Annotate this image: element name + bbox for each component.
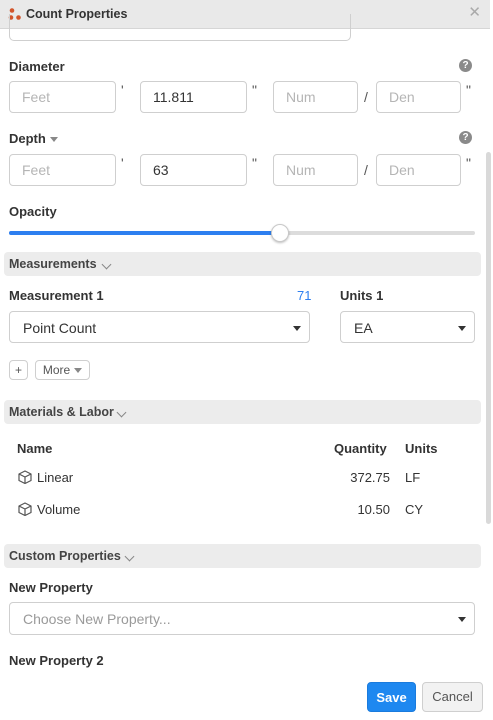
chevron-down-icon — [458, 326, 466, 331]
opacity-slider-thumb[interactable] — [271, 224, 290, 242]
chevron-down-icon — [74, 368, 83, 374]
depth-inches-input[interactable] — [140, 154, 247, 186]
column-header-quantity: Quantity — [334, 441, 387, 456]
opacity-slider-fill — [9, 231, 280, 235]
cube-icon — [18, 502, 32, 516]
materials-section-header[interactable]: Materials & Labor — [4, 400, 481, 424]
chevron-down-icon — [293, 326, 301, 331]
column-header-name: Name — [17, 441, 53, 456]
diameter-inches-input[interactable] — [140, 81, 247, 113]
chevron-down-icon — [458, 617, 466, 622]
row-name: Linear — [37, 470, 74, 485]
truncated-field[interactable] — [9, 14, 351, 41]
depth-slash: / — [364, 162, 368, 178]
diameter-feet-input[interactable] — [9, 81, 116, 113]
measurement-1-value: Point Count — [23, 320, 97, 336]
units-1-select[interactable]: EA — [340, 311, 475, 343]
depth-num-input[interactable] — [273, 154, 358, 186]
depth-help-icon[interactable]: ? — [459, 131, 472, 144]
row-quantity: 372.75 — [350, 470, 390, 485]
scrollbar[interactable] — [486, 152, 491, 524]
measurements-section-title: Measurements — [9, 257, 97, 271]
diameter-feet-mark: ' — [121, 82, 124, 98]
save-button[interactable]: Save — [367, 682, 416, 712]
new-property-select[interactable]: Choose New Property... — [9, 602, 475, 635]
custom-properties-section-title: Custom Properties — [9, 549, 121, 563]
measurement-1-label: Measurement 1 — [9, 288, 104, 303]
depth-den-mark: " — [466, 155, 471, 171]
chevron-down-icon — [116, 407, 127, 418]
units-1-label: Units 1 — [340, 288, 384, 303]
column-header-units: Units — [405, 441, 438, 456]
more-button-label: More — [42, 363, 71, 377]
depth-inches-mark: " — [252, 155, 257, 171]
row-name: Volume — [37, 502, 81, 517]
close-icon[interactable]: ✕ — [468, 5, 481, 21]
depth-feet-mark: ' — [121, 155, 124, 171]
new-property-2-label: New Property 2 — [9, 653, 104, 668]
opacity-slider[interactable] — [9, 224, 475, 242]
diameter-help-icon[interactable]: ? — [459, 59, 472, 72]
units-1-value: EA — [354, 320, 373, 336]
depth-label[interactable]: Depth — [9, 131, 58, 146]
diameter-slash: / — [364, 89, 368, 105]
new-property-placeholder: Choose New Property... — [23, 611, 171, 627]
more-button[interactable]: More — [35, 360, 90, 380]
new-property-label: New Property — [9, 580, 93, 595]
opacity-label: Opacity — [9, 204, 57, 219]
custom-properties-section-header[interactable]: Custom Properties — [4, 544, 481, 568]
chevron-down-icon — [124, 551, 135, 562]
diameter-inches-mark: " — [252, 82, 257, 98]
chevron-down-icon — [101, 259, 112, 270]
add-measurement-button[interactable]: + — [9, 360, 28, 380]
diameter-den-mark: " — [466, 82, 471, 98]
measurements-section-header[interactable]: Measurements — [4, 252, 481, 276]
cube-icon — [18, 470, 32, 484]
depth-dropdown-icon — [49, 137, 58, 143]
depth-feet-input[interactable] — [9, 154, 116, 186]
row-units: CY — [405, 502, 424, 517]
diameter-num-input[interactable] — [273, 81, 358, 113]
row-units: LF — [405, 470, 421, 485]
depth-den-input[interactable] — [376, 154, 461, 186]
measurement-1-select[interactable]: Point Count — [9, 311, 310, 343]
measurement-1-count: 71 — [297, 288, 312, 303]
depth-label-text: Depth — [9, 131, 46, 146]
diameter-label: Diameter — [9, 59, 65, 74]
diameter-den-input[interactable] — [376, 81, 461, 113]
row-quantity: 10.50 — [357, 502, 390, 517]
cancel-button[interactable]: Cancel — [422, 682, 483, 712]
materials-section-title: Materials & Labor — [9, 405, 114, 419]
